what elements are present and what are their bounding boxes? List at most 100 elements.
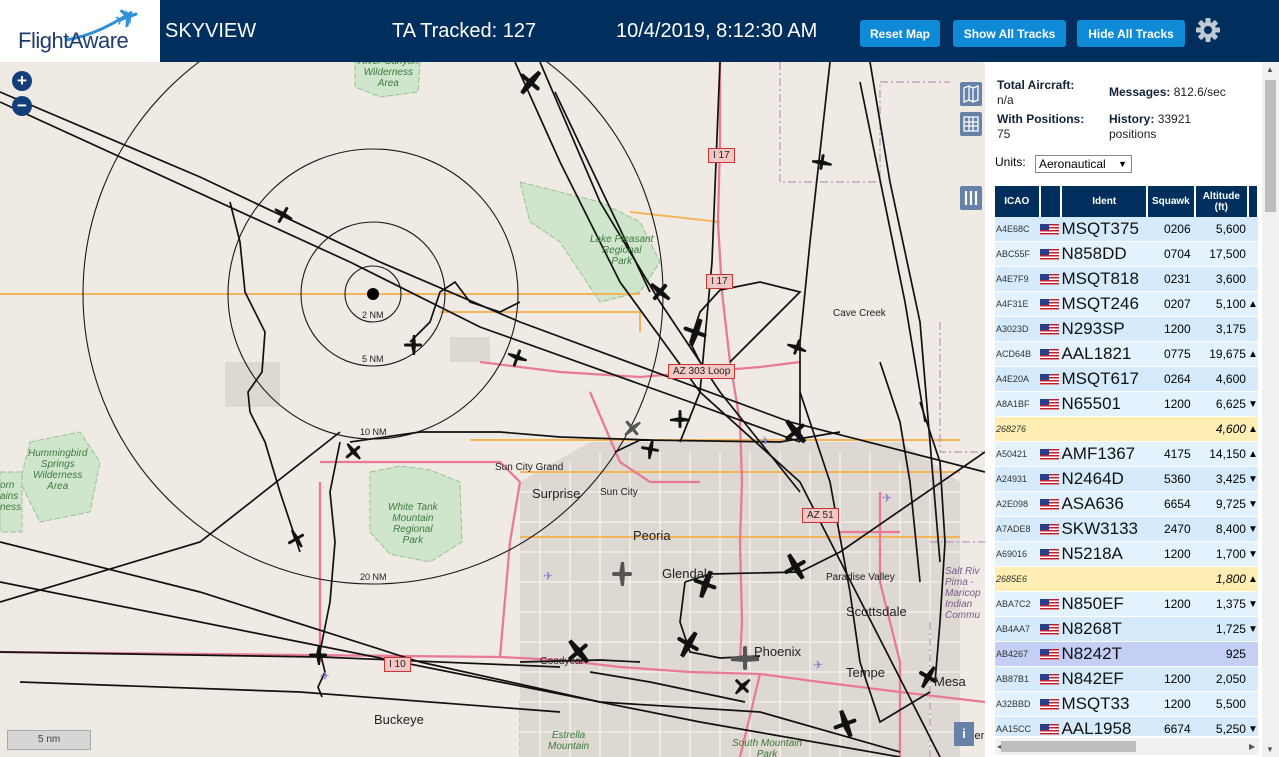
scale-label: 5 nm	[38, 734, 61, 745]
table-row[interactable]: A4E7F9 MSQT818 0231 3,600	[995, 266, 1258, 292]
zoom-in-button[interactable]: +	[12, 71, 32, 91]
cell-icao: A32BBD	[995, 691, 1040, 717]
table-row[interactable]: 268276 4,600 ▲	[995, 416, 1258, 442]
place-buckeye: Buckeye	[374, 712, 424, 727]
show-all-tracks-button[interactable]: Show All Tracks	[953, 20, 1066, 47]
road-az303: AZ 303 Loop	[668, 364, 736, 379]
us-flag-icon	[1039, 499, 1059, 511]
cell-squawk	[1147, 616, 1195, 642]
reset-map-button[interactable]: Reset Map	[860, 20, 940, 47]
cell-squawk: 2470	[1147, 516, 1195, 542]
table-row[interactable]: A3023D N293SP 1200 3,175	[995, 316, 1258, 342]
table-row[interactable]: 2685E6 1,800 ▲	[995, 566, 1258, 592]
flightaware-logo[interactable]: FlightAware	[0, 0, 160, 62]
us-flag-icon	[1039, 474, 1059, 486]
table-row[interactable]: ABA7C2 N850EF 1200 1,375 ▼	[995, 591, 1258, 617]
history: History: 33921 positions	[1109, 112, 1191, 142]
cell-squawk: 1200	[1147, 316, 1195, 342]
col-ident[interactable]: Ident	[1061, 186, 1149, 217]
cell-icao: AB4AA7	[995, 616, 1040, 642]
history-label: History:	[1109, 112, 1155, 126]
cell-squawk: 5360	[1147, 466, 1195, 492]
table-row[interactable]: A7ADE8 SKW3133 2470 8,400 ▼	[995, 516, 1258, 542]
top-bar: FlightAware SKYVIEW TA Tracked: 127 10/4…	[0, 0, 1279, 62]
cell-flag	[1039, 341, 1062, 367]
cell-trend: ▲	[1247, 566, 1258, 592]
table-row[interactable]: A4E20A MSQT617 0264 4,600	[995, 366, 1258, 392]
table-row[interactable]: AB4AA7 N8268T 1,725 ▼	[995, 616, 1258, 642]
us-flag-icon	[1039, 224, 1059, 236]
table-row[interactable]: AB87B1 N842EF 1200 2,050	[995, 666, 1258, 692]
cell-ident: AMF1367	[1061, 441, 1148, 467]
scroll-up-icon[interactable]: ▲	[1266, 65, 1274, 74]
us-flag-icon	[1039, 549, 1059, 561]
place-sun-city: Sun City	[600, 487, 638, 498]
cell-altitude: 1,375	[1194, 591, 1248, 617]
map-view[interactable]: ✈ ✈ ✈ ✈ ✈ River Canyon Wilderness Area L…	[0, 62, 985, 757]
cell-altitude: 4,600	[1194, 366, 1248, 392]
road-i17-south: I 17	[706, 274, 733, 289]
cell-icao: A50421	[995, 441, 1040, 467]
cell-icao: A3023D	[995, 316, 1040, 342]
table-row[interactable]: ABC55F N858DD 0704 17,500	[995, 241, 1258, 267]
place-estrella: Estrella Mountain	[548, 730, 590, 752]
map-layers-icon[interactable]	[960, 82, 982, 106]
table-row[interactable]: A69016 N5218A 1200 1,700 ▼	[995, 541, 1258, 567]
table-row[interactable]: A32BBD MSQT33 1200 5,500	[995, 691, 1258, 717]
cell-ident: MSQT33	[1061, 691, 1148, 717]
cell-altitude: 1,725	[1194, 616, 1248, 642]
gear-icon[interactable]	[1195, 17, 1221, 43]
cell-ident: N8242T	[1061, 641, 1148, 667]
us-flag-icon	[1039, 274, 1059, 286]
scroll-right-icon[interactable]: ▶	[1249, 742, 1255, 751]
table-row[interactable]: A2E098 ASA636 6654 9,725 ▼	[995, 491, 1258, 517]
columns-toggle-icon[interactable]	[960, 186, 982, 210]
cell-altitude: 1,700	[1194, 541, 1248, 567]
units-select[interactable]: Aeronautical ▼	[1035, 155, 1132, 173]
aircraft-table: ICAO Ident Squawk Altitude (ft) A4E68C MS…	[995, 186, 1259, 736]
svg-text:✈: ✈	[813, 658, 823, 672]
history-value: 33921	[1157, 112, 1192, 126]
svg-text:✈: ✈	[760, 434, 770, 448]
col-altitude[interactable]: Altitude (ft)	[1194, 186, 1249, 217]
cell-altitude: 925	[1194, 641, 1248, 667]
table-row[interactable]: A4E68C MSQT375 0206 5,600	[995, 217, 1258, 242]
cell-squawk: 1200	[1147, 691, 1195, 717]
table-row[interactable]: A8A1BF N65501 1200 6,625 ▼	[995, 391, 1258, 417]
hide-all-tracks-button[interactable]: Hide All Tracks	[1077, 20, 1185, 47]
us-flag-icon	[1039, 649, 1059, 661]
col-icao[interactable]: ICAO	[995, 186, 1041, 217]
table-row[interactable]: AA15CC AAL1958 6674 5,250 ▼	[995, 716, 1258, 736]
cell-icao: ACD64B	[995, 341, 1040, 367]
info-button[interactable]: i	[954, 722, 974, 746]
cell-flag	[1039, 291, 1062, 317]
us-flag-icon	[1039, 449, 1059, 461]
tracked-count: TA Tracked: 127	[392, 20, 537, 42]
zoom-out-button[interactable]: −	[12, 96, 32, 116]
place-lake-pleasant: Lake Pleasant Regional Park	[590, 234, 654, 267]
vertical-scroll-thumb[interactable]	[1265, 80, 1276, 212]
col-squawk[interactable]: Squawk	[1147, 186, 1196, 217]
clock: 10/4/2019, 8:12:30 AM	[616, 20, 818, 42]
cell-trend	[1247, 241, 1258, 267]
cell-altitude: 3,600	[1194, 266, 1248, 292]
cell-ident	[1061, 566, 1148, 592]
cell-altitude: 3,425	[1194, 466, 1248, 492]
cell-icao: A69016	[995, 541, 1040, 567]
table-row[interactable]: AB4267 N8242T 925	[995, 641, 1258, 667]
place-hummingbird: Hummingbird Springs Wilderness Area	[28, 448, 88, 492]
cell-trend	[1247, 666, 1258, 692]
cell-trend	[1247, 266, 1258, 292]
grid-icon[interactable]	[960, 112, 982, 136]
horizontal-scroll-thumb[interactable]	[1001, 741, 1136, 752]
units-select-value: Aeronautical	[1039, 157, 1106, 171]
scroll-down-icon[interactable]: ▼	[1266, 745, 1274, 754]
table-row[interactable]: A24931 N2464D 5360 3,425 ▼	[995, 466, 1258, 492]
cell-ident: MSQT818	[1061, 266, 1148, 292]
col-flag[interactable]	[1039, 186, 1063, 217]
table-row[interactable]: ACD64B AAL1821 0775 19,675 ▲	[995, 341, 1258, 367]
table-row[interactable]: A50421 AMF1367 4175 14,150 ▲	[995, 441, 1258, 467]
cell-altitude: 19,675	[1194, 341, 1248, 367]
table-row[interactable]: A4F31E MSQT246 0207 5,100 ▲	[995, 291, 1258, 317]
cell-squawk: 0206	[1147, 217, 1195, 242]
